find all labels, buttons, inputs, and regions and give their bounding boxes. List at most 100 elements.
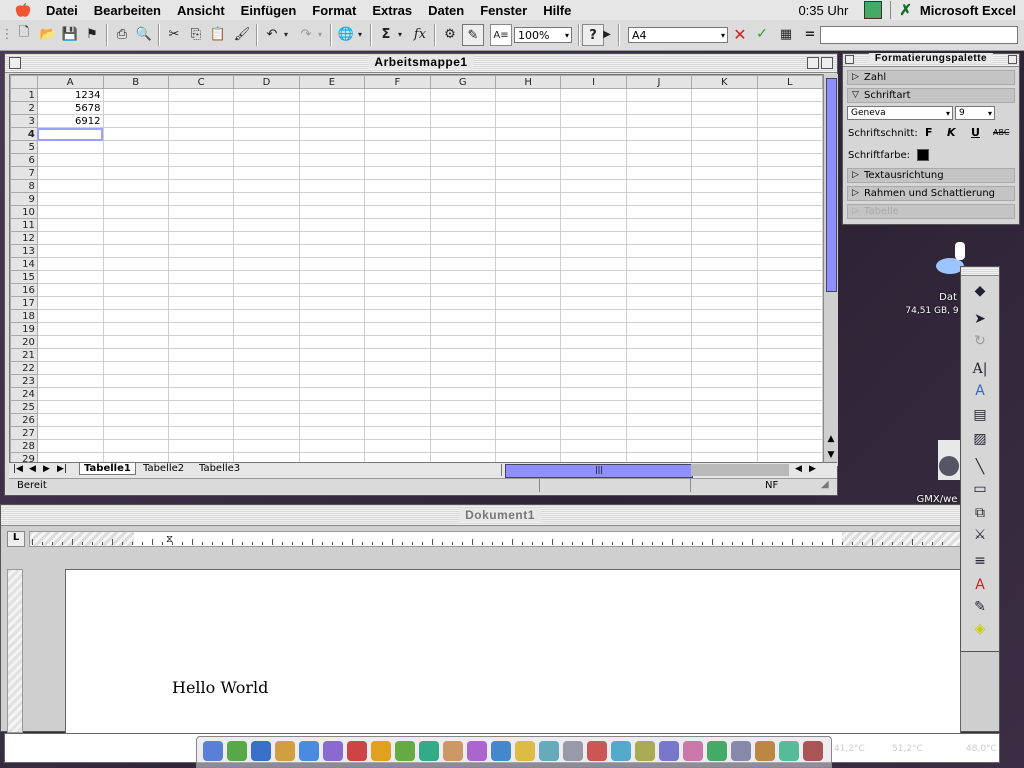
cell[interactable]	[494, 309, 562, 323]
cell[interactable]	[233, 88, 300, 102]
save-icon[interactable]: 💾	[60, 24, 80, 44]
horizontal-scroll-track[interactable]	[691, 464, 789, 476]
font-color-swatch[interactable]	[917, 149, 929, 161]
cell[interactable]	[167, 413, 235, 427]
cell[interactable]: 1234	[36, 88, 104, 102]
row-header[interactable]: 26	[10, 413, 38, 427]
row-header[interactable]: 27	[10, 426, 38, 440]
tab-tabelle3[interactable]: Tabelle3	[195, 463, 244, 474]
cell[interactable]	[167, 192, 235, 206]
cell[interactable]	[691, 231, 758, 245]
cell[interactable]	[167, 322, 235, 336]
cell[interactable]	[102, 348, 169, 362]
cell[interactable]	[560, 88, 627, 102]
cell[interactable]	[756, 439, 823, 453]
cell[interactable]	[102, 270, 169, 284]
column-header[interactable]: C	[167, 75, 235, 89]
cell[interactable]	[36, 374, 104, 388]
cell[interactable]	[298, 413, 366, 427]
row-header[interactable]: 18	[10, 309, 38, 323]
cell[interactable]	[429, 179, 496, 193]
cell[interactable]	[560, 283, 627, 297]
cell[interactable]	[625, 283, 693, 297]
cell[interactable]	[560, 218, 627, 232]
zoom-box-icon[interactable]	[807, 57, 819, 69]
cell[interactable]	[233, 114, 300, 128]
cell[interactable]	[494, 205, 562, 219]
autosum-icon[interactable]: Σ	[376, 24, 396, 44]
cell[interactable]	[625, 88, 693, 102]
print-icon[interactable]: ⎙	[112, 24, 132, 44]
cell[interactable]	[364, 322, 431, 336]
cell[interactable]	[494, 361, 562, 375]
cell[interactable]	[298, 244, 366, 258]
new-document-icon[interactable]: 🗋	[14, 24, 34, 44]
cell[interactable]	[625, 179, 693, 193]
palette-title-bar[interactable]: Formatierungspalette	[843, 53, 1019, 67]
row-header[interactable]: 28	[10, 439, 38, 453]
cell[interactable]	[102, 88, 169, 102]
cell[interactable]	[429, 166, 496, 180]
cell[interactable]	[233, 387, 300, 401]
resize-grip-icon[interactable]: ◢	[821, 479, 829, 490]
cell[interactable]	[756, 114, 823, 128]
cell[interactable]	[429, 413, 496, 427]
cell[interactable]	[298, 166, 366, 180]
cell[interactable]	[429, 205, 496, 219]
cell[interactable]	[560, 270, 627, 284]
cell[interactable]	[429, 127, 496, 141]
cell[interactable]	[756, 192, 823, 206]
cell[interactable]	[560, 348, 627, 362]
cell[interactable]	[364, 179, 431, 193]
cell[interactable]	[102, 335, 169, 349]
cell[interactable]	[429, 114, 496, 128]
cell[interactable]	[494, 374, 562, 388]
row-header[interactable]: 24	[10, 387, 38, 401]
strikethrough-button[interactable]: ABC	[993, 128, 1009, 137]
cell[interactable]	[625, 127, 693, 141]
cell[interactable]	[298, 348, 366, 362]
cell[interactable]	[494, 322, 562, 336]
cell[interactable]	[233, 348, 300, 362]
cell[interactable]	[756, 283, 823, 297]
cell[interactable]	[625, 270, 693, 284]
row-header[interactable]: 3	[10, 114, 38, 128]
cell[interactable]	[102, 218, 169, 232]
cell[interactable]	[102, 387, 169, 401]
cell[interactable]	[298, 374, 366, 388]
cell[interactable]	[233, 270, 300, 284]
first-sheet-icon[interactable]: |◀	[13, 464, 23, 474]
cell[interactable]	[233, 179, 300, 193]
cell[interactable]	[233, 400, 300, 414]
cell[interactable]	[560, 296, 627, 310]
cell[interactable]	[36, 309, 104, 323]
cell[interactable]	[560, 179, 627, 193]
dock-app-icon[interactable]	[467, 741, 487, 761]
cell[interactable]	[494, 413, 562, 427]
print-preview-icon[interactable]: 🔍	[134, 24, 154, 44]
dock-app-icon[interactable]	[803, 741, 823, 761]
wordart-icon[interactable]: A	[967, 381, 993, 401]
cell-table[interactable]: A B C D E F G H I J K L 1 1234 2 5678 3 6912 4 5 6 7 8 9 10 11 12 1…	[10, 75, 823, 462]
cell[interactable]	[691, 439, 758, 453]
cell[interactable]	[560, 387, 627, 401]
cell[interactable]	[36, 270, 104, 284]
column-header[interactable]: I	[560, 75, 627, 89]
cell[interactable]	[494, 218, 562, 232]
cell[interactable]	[36, 257, 104, 271]
cell[interactable]	[429, 231, 496, 245]
section-rahmen[interactable]: ▷ Rahmen und Schattierung	[847, 186, 1015, 201]
font-color-icon[interactable]: A	[967, 575, 993, 595]
cell[interactable]	[102, 439, 169, 453]
cell[interactable]	[756, 426, 823, 440]
cell[interactable]	[429, 322, 496, 336]
section-schriftart[interactable]: ▽ Schriftart	[847, 88, 1015, 103]
dock-app-icon[interactable]	[443, 741, 463, 761]
cell[interactable]	[233, 140, 300, 154]
cell[interactable]	[233, 166, 300, 180]
cell[interactable]	[36, 413, 104, 427]
cell[interactable]	[233, 231, 300, 245]
cell[interactable]	[691, 192, 758, 206]
cell[interactable]	[494, 439, 562, 453]
cell[interactable]	[691, 101, 758, 115]
